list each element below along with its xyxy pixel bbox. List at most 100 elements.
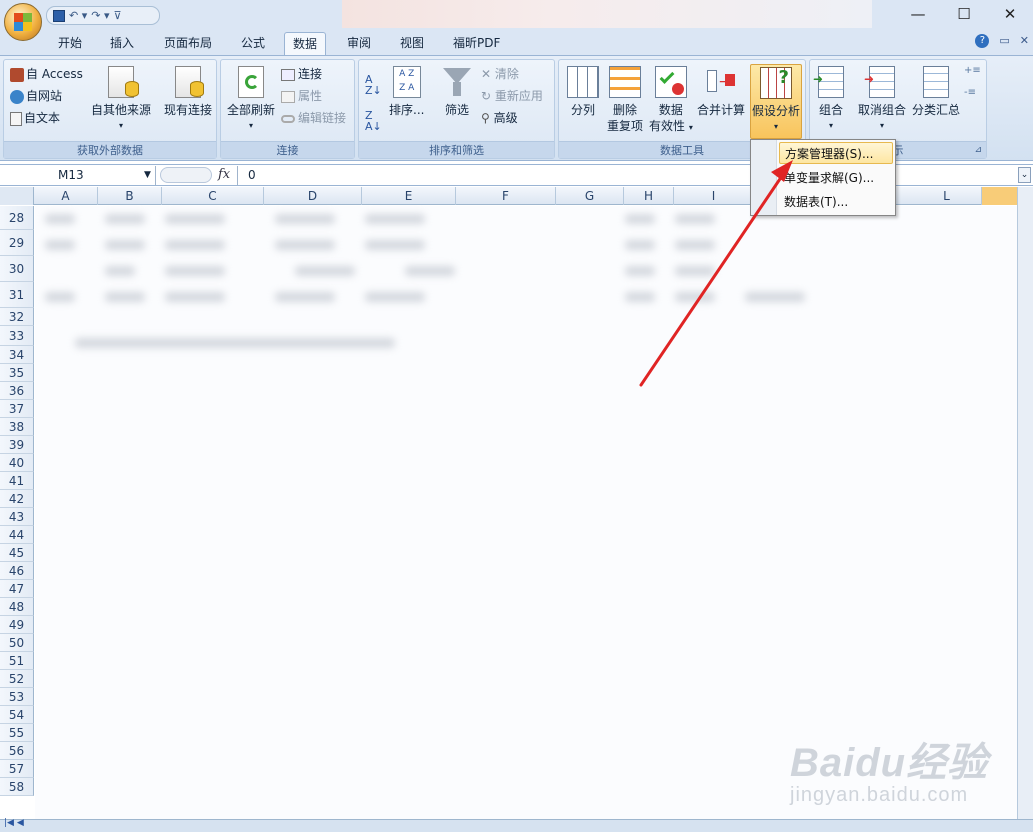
row-header-34[interactable]: 34 xyxy=(0,346,34,364)
row-header-47[interactable]: 47 xyxy=(0,580,34,598)
row-header-33[interactable]: 33 xyxy=(0,326,34,346)
clear-filter-button[interactable]: ✕ 清除 xyxy=(481,65,519,82)
sort-descending-button[interactable]: Z A↓ xyxy=(365,110,382,132)
restore-workbook-icon[interactable]: ▭ xyxy=(999,34,1009,48)
remove-duplicates-button[interactable]: 删除 重复项 xyxy=(607,66,643,134)
column-header-E[interactable]: E xyxy=(362,187,456,205)
maximize-button[interactable]: ☐ xyxy=(941,0,987,28)
row-header-42[interactable]: 42 xyxy=(0,490,34,508)
row-header-53[interactable]: 53 xyxy=(0,688,34,706)
column-header-G[interactable]: G xyxy=(556,187,624,205)
undo-icon[interactable]: ↶ ▾ xyxy=(69,9,87,22)
tab-view[interactable]: 视图 xyxy=(392,32,432,55)
column-header-H[interactable]: H xyxy=(624,187,674,205)
row-header-58[interactable]: 58 xyxy=(0,778,34,796)
filter-button[interactable]: 筛选 xyxy=(441,66,473,118)
from-web-button[interactable]: 自网站 xyxy=(10,87,62,104)
row-header-44[interactable]: 44 xyxy=(0,526,34,544)
row-header-40[interactable]: 40 xyxy=(0,454,34,472)
column-header-A[interactable]: A xyxy=(34,187,98,205)
name-box-dropdown-icon[interactable]: ▼ xyxy=(144,166,151,184)
row-header-31[interactable]: 31 xyxy=(0,282,34,308)
menu-item-goal-seek[interactable]: 单变量求解(G)... xyxy=(779,167,893,189)
outline-dialog-launcher-icon[interactable]: ⊿ xyxy=(974,142,982,159)
other-sources-button[interactable]: 自其他来源 ▾ xyxy=(91,66,151,134)
advanced-filter-button[interactable]: ⚲ 高级 xyxy=(481,109,518,126)
save-icon[interactable] xyxy=(53,9,65,22)
first-sheet-icon[interactable]: |◀ ◀ xyxy=(4,818,24,828)
row-header-32[interactable]: 32 xyxy=(0,308,34,326)
close-button[interactable]: ✕ xyxy=(987,0,1033,28)
consolidate-button[interactable]: → 合并计算 xyxy=(697,66,745,118)
from-access-button[interactable]: 自 Access xyxy=(10,65,83,82)
menu-item-scenario-manager[interactable]: 方案管理器(S)... xyxy=(779,142,893,164)
close-workbook-icon[interactable]: ✕ xyxy=(1020,34,1029,48)
tab-data[interactable]: 数据 xyxy=(284,32,327,55)
row-header-52[interactable]: 52 xyxy=(0,670,34,688)
row-header-43[interactable]: 43 xyxy=(0,508,34,526)
redo-icon[interactable]: ↷ ▾ xyxy=(91,9,109,22)
row-header-45[interactable]: 45 xyxy=(0,544,34,562)
row-header-38[interactable]: 38 xyxy=(0,418,34,436)
help-icon[interactable]: ? xyxy=(975,34,990,48)
tab-foxit-pdf[interactable]: 福昕PDF xyxy=(445,32,508,55)
column-header-C[interactable]: C xyxy=(162,187,264,205)
refresh-all-button[interactable]: 全部刷新 ▾ xyxy=(227,66,275,134)
row-header-46[interactable]: 46 xyxy=(0,562,34,580)
row-header-48[interactable]: 48 xyxy=(0,598,34,616)
row-header-41[interactable]: 41 xyxy=(0,472,34,490)
column-header-D[interactable]: D xyxy=(264,187,362,205)
row-header-30[interactable]: 30 xyxy=(0,256,34,282)
hide-detail-icon[interactable]: -≡ xyxy=(964,87,976,98)
row-header-37[interactable]: 37 xyxy=(0,400,34,418)
column-header-B[interactable]: B xyxy=(98,187,162,205)
reapply-button[interactable]: ↻ 重新应用 xyxy=(481,87,543,104)
formula-bar-splitter[interactable] xyxy=(160,167,212,183)
row-header-56[interactable]: 56 xyxy=(0,742,34,760)
from-text-button[interactable]: 自文本 xyxy=(10,109,60,126)
tab-insert[interactable]: 插入 xyxy=(102,32,142,55)
minimize-button[interactable]: — xyxy=(895,0,941,28)
show-detail-icon[interactable]: +≡ xyxy=(964,65,981,76)
tab-review[interactable]: 审阅 xyxy=(339,32,379,55)
what-if-analysis-button[interactable]: ? 假设分析 ▾ xyxy=(750,64,802,139)
office-button[interactable] xyxy=(4,3,42,41)
row-header-28[interactable]: 28 xyxy=(0,206,34,230)
row-header-29[interactable]: 29 xyxy=(0,230,34,256)
row-header-55[interactable]: 55 xyxy=(0,724,34,742)
sort-button[interactable]: A ZZ A 排序... xyxy=(389,66,424,118)
row-header-57[interactable]: 57 xyxy=(0,760,34,778)
name-box[interactable]: M13 xyxy=(0,166,156,185)
group-button[interactable]: ➜ 组合 ▾ xyxy=(813,66,844,134)
row-header-36[interactable]: 36 xyxy=(0,382,34,400)
data-validation-button[interactable]: 数据 有效性 ▾ xyxy=(649,66,693,136)
edit-links-button[interactable]: 编辑链接 xyxy=(281,109,346,126)
text-to-columns-button[interactable]: 分列 xyxy=(567,66,599,118)
row-header-54[interactable]: 54 xyxy=(0,706,34,724)
formula-input[interactable]: 0 xyxy=(237,166,256,185)
tab-formulas[interactable]: 公式 xyxy=(233,32,273,55)
menu-item-data-table[interactable]: 数据表(T)... xyxy=(779,191,893,213)
properties-button[interactable]: 属性 xyxy=(281,87,322,104)
cell-grid[interactable] xyxy=(35,206,1033,819)
column-header-F[interactable]: F xyxy=(456,187,556,205)
select-all-corner[interactable] xyxy=(0,187,34,205)
expand-formula-bar-icon[interactable]: ⌄ xyxy=(1018,167,1031,183)
column-header-L[interactable]: L xyxy=(912,187,982,205)
column-header-I[interactable]: I xyxy=(674,187,754,205)
insert-function-icon[interactable]: fx xyxy=(218,166,230,184)
row-header-50[interactable]: 50 xyxy=(0,634,34,652)
customize-qat-icon[interactable]: ⊽ xyxy=(114,9,122,22)
vertical-scrollbar[interactable] xyxy=(1017,187,1033,819)
row-header-35[interactable]: 35 xyxy=(0,364,34,382)
connections-button[interactable]: 连接 xyxy=(281,65,322,82)
row-header-39[interactable]: 39 xyxy=(0,436,34,454)
row-header-51[interactable]: 51 xyxy=(0,652,34,670)
tab-home[interactable]: 开始 xyxy=(50,32,90,55)
subtotal-button[interactable]: 分类汇总 xyxy=(912,66,960,118)
ungroup-button[interactable]: ➜ 取消组合 ▾ xyxy=(858,66,906,134)
row-header-49[interactable]: 49 xyxy=(0,616,34,634)
sort-ascending-button[interactable]: A Z↓ xyxy=(365,74,382,96)
tab-page-layout[interactable]: 页面布局 xyxy=(156,32,220,55)
existing-connections-button[interactable]: 现有连接 xyxy=(164,66,212,118)
